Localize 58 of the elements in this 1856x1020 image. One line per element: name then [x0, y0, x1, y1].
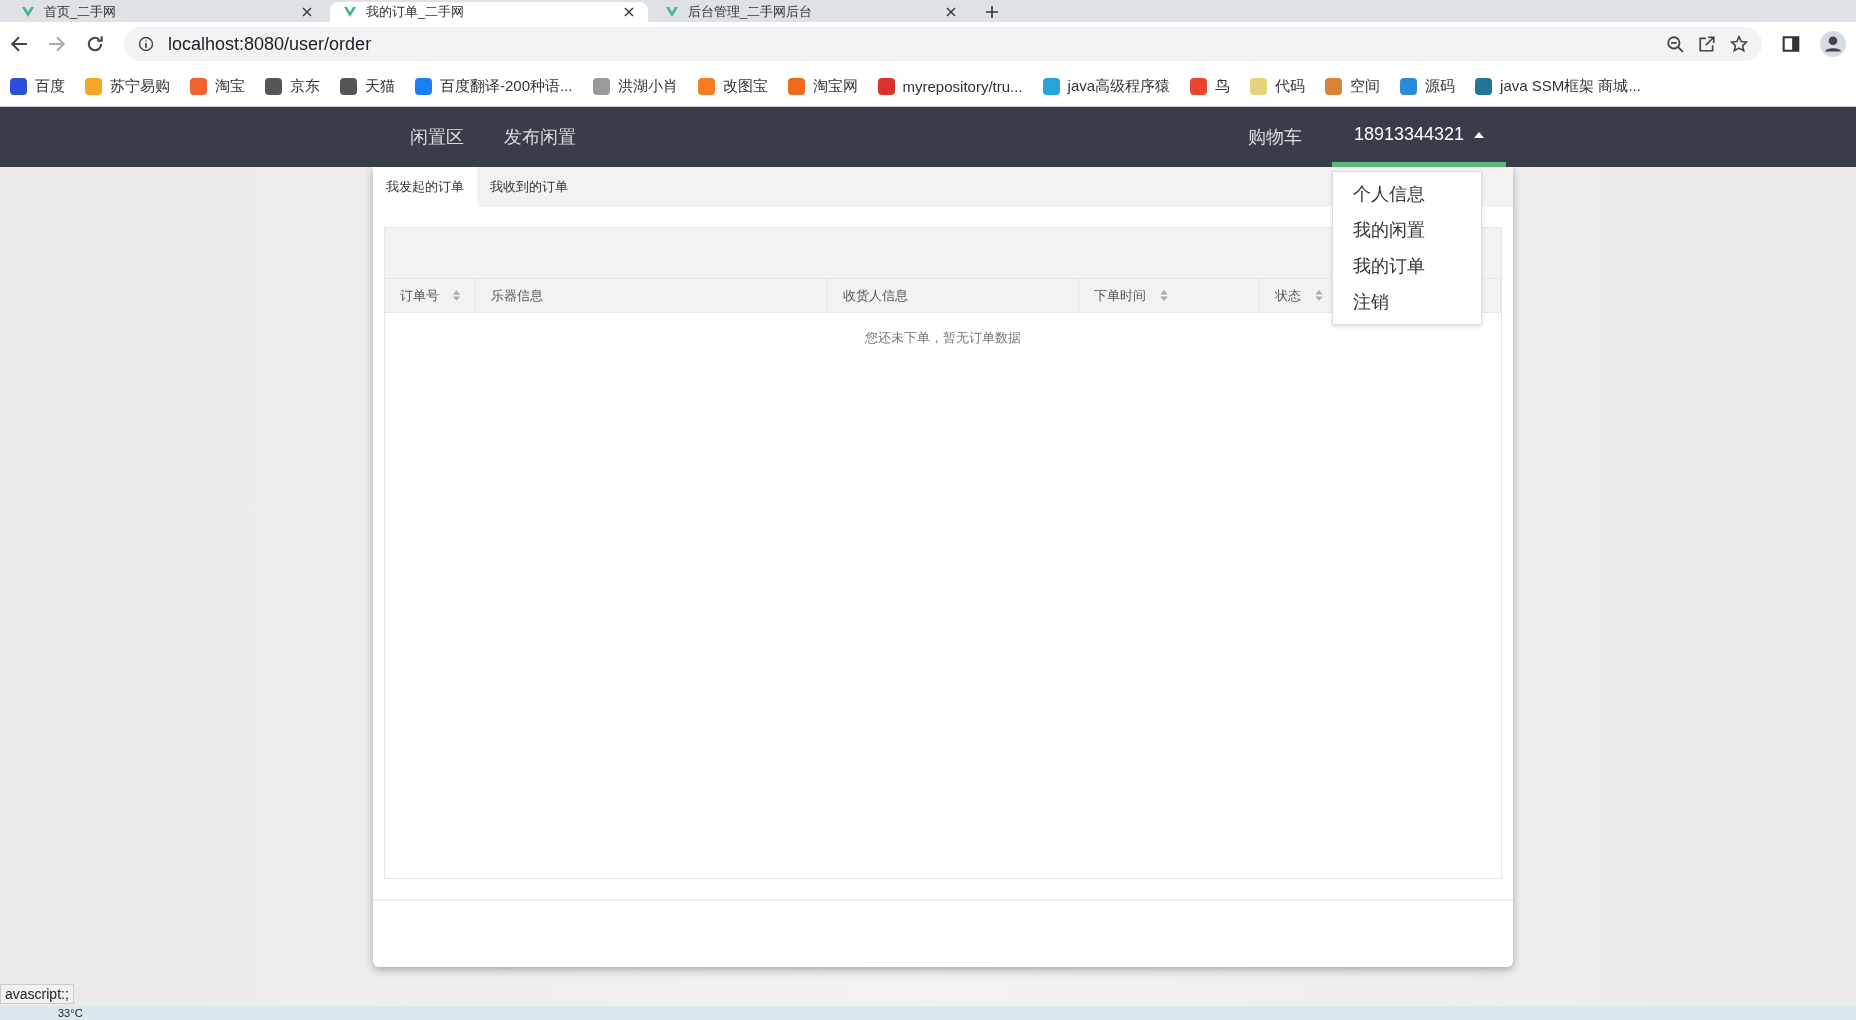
address-bar[interactable]: localhost:8080/user/order — [124, 27, 1762, 61]
vue-logo-icon — [344, 7, 356, 17]
browser-tab[interactable]: 后台管理_二手网后台 — [652, 2, 970, 22]
bookmark[interactable]: java SSM框架 商城... — [1475, 76, 1641, 96]
tab-title: 我的订单_二手网 — [366, 3, 466, 21]
column-header: 乐器信息 — [491, 286, 543, 305]
bookmark[interactable]: 淘宝网 — [787, 76, 858, 96]
tab-title: 首页_二手网 — [44, 3, 118, 21]
url-text: localhost:8080/user/order — [168, 33, 372, 55]
browser-tab[interactable]: 我的订单_二手网 — [330, 2, 648, 22]
bookmark[interactable]: 苏宁易购 — [85, 76, 170, 96]
bookmark[interactable]: 代码 — [1250, 76, 1306, 96]
order-tab[interactable]: 我发起的订单 — [373, 167, 477, 207]
star-icon[interactable] — [1730, 35, 1748, 53]
username: 18913344321 — [1353, 124, 1464, 145]
empty-message: 您还未下单，暂无订单数据 — [864, 329, 1022, 347]
close-icon[interactable] — [624, 7, 634, 17]
bookmark[interactable]: 改图宝 — [697, 76, 768, 96]
bookmark[interactable]: 百度 — [10, 76, 65, 96]
bookmark[interactable]: 京东 — [265, 76, 320, 96]
nav-link[interactable]: 发布闲置 — [484, 107, 596, 167]
reload-icon[interactable] — [86, 35, 104, 53]
column-header: 订单号 — [400, 286, 439, 305]
back-icon[interactable] — [10, 35, 28, 53]
bookmark[interactable]: 鸟 — [1190, 76, 1231, 96]
weather-text: 33°C — [58, 1007, 83, 1019]
vue-logo-icon — [22, 7, 34, 17]
side-panel-icon[interactable] — [1782, 35, 1800, 53]
menu-item[interactable]: 个人信息 — [1333, 176, 1481, 212]
column-header: 下单时间 — [1094, 286, 1146, 305]
column-header: 收货人信息 — [843, 286, 908, 305]
menu-item[interactable]: 我的订单 — [1333, 248, 1481, 284]
nav-link[interactable]: 闲置区 — [390, 107, 484, 167]
cart-link[interactable]: 购物车 — [1227, 107, 1322, 167]
close-icon[interactable] — [302, 7, 312, 17]
bookmark[interactable]: 源码 — [1400, 76, 1456, 96]
zoom-icon[interactable] — [1666, 35, 1684, 53]
bookmark[interactable]: 洪湖小肖 — [592, 76, 678, 96]
new-tab-icon[interactable] — [986, 6, 998, 18]
profile-icon[interactable] — [1820, 31, 1846, 57]
menu-item[interactable]: 我的闲置 — [1333, 212, 1481, 248]
bookmark[interactable]: myrepository/tru... — [877, 77, 1023, 95]
status-link-preview: avascript:; — [0, 984, 74, 1004]
share-icon[interactable] — [1698, 35, 1716, 53]
caret-icon — [1474, 131, 1484, 138]
bookmark[interactable]: 百度翻译-200种语... — [415, 76, 573, 96]
menu-item[interactable]: 注销 — [1333, 284, 1481, 320]
info-icon — [138, 36, 154, 52]
close-icon[interactable] — [946, 7, 956, 17]
bookmark[interactable]: 天猫 — [340, 76, 395, 96]
browser-tab[interactable]: 首页_二手网 — [8, 2, 326, 22]
bookmark[interactable]: 空间 — [1325, 76, 1381, 96]
vue-logo-icon — [666, 7, 678, 17]
column-header: 状态 — [1275, 286, 1301, 305]
tab-title: 后台管理_二手网后台 — [688, 3, 814, 21]
order-tab[interactable]: 我收到的订单 — [477, 167, 581, 207]
bookmark[interactable]: 淘宝 — [190, 76, 245, 96]
bookmark[interactable]: java高级程序猿 — [1042, 76, 1171, 96]
